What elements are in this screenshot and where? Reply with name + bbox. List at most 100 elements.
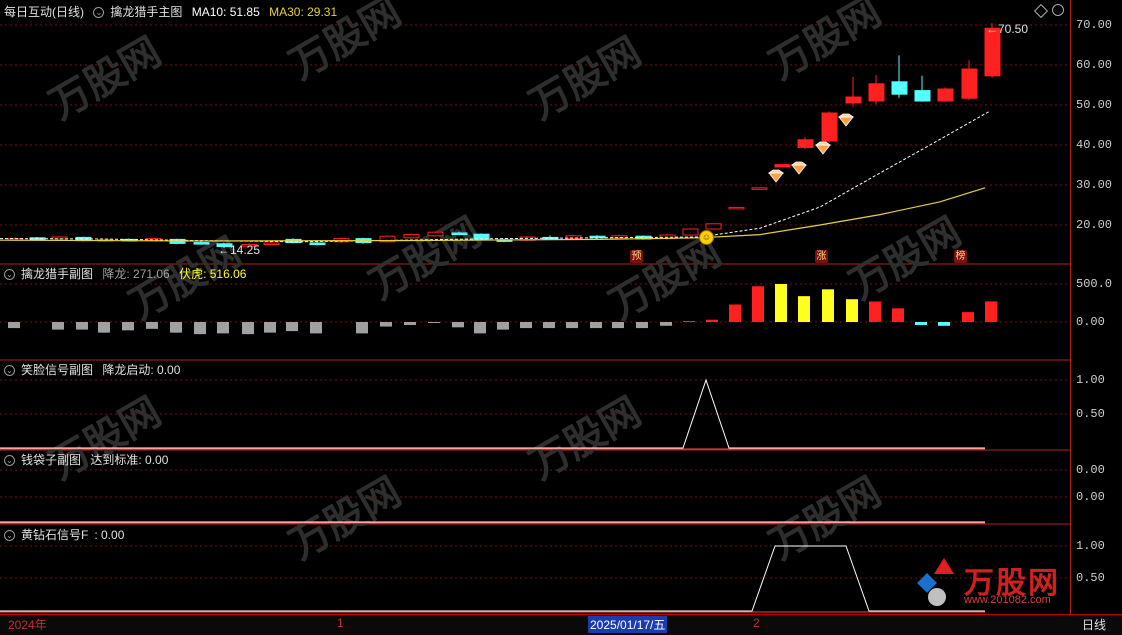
candle-body: [868, 83, 885, 102]
candle-body: [145, 238, 162, 241]
diamond-icon-top: [837, 113, 855, 118]
chevron-icon[interactable]: ⌄: [4, 455, 15, 467]
diamond-icon-top: [767, 169, 785, 174]
sub1-y-tick: 500.0: [1076, 277, 1113, 291]
diamond-icon: [768, 172, 784, 183]
stock-label[interactable]: 每日互动(日线): [4, 5, 84, 19]
watermark-text: 万股网: [523, 390, 649, 488]
candle-body: [961, 68, 978, 99]
sub1-bar: [938, 322, 950, 326]
candle-body: [565, 235, 582, 240]
brand-watermark: 万股网 www.201082.com: [917, 552, 1070, 614]
main-y-tick: 50.00: [1076, 98, 1113, 112]
sub1-bar: [404, 322, 416, 326]
watermark-text: 万股网: [283, 470, 409, 568]
candle-body: [821, 112, 838, 142]
sub1-bar: [310, 322, 322, 334]
diamond-icon: [838, 116, 854, 127]
candle-body: [473, 233, 490, 240]
y-axis-area[interactable]: [1070, 0, 1122, 614]
sub1-bar: [428, 322, 440, 323]
candle-body: [193, 242, 210, 245]
sub1-bar: [497, 322, 509, 330]
main-y-tick: 70.00: [1076, 18, 1113, 32]
sub1-bar: [122, 322, 134, 331]
watermark-text: 万股网: [43, 30, 169, 128]
main-y-tick: 60.00: [1076, 58, 1113, 72]
chevron-icon[interactable]: ⌄: [93, 7, 105, 19]
chevron-icon[interactable]: ⌄: [4, 530, 15, 542]
sub3-title-row: ⌄ 钱袋子副图 达到标准: 0.00: [4, 452, 174, 468]
sub2-y-tick: 0.50: [1076, 407, 1105, 421]
sub1-bar: [217, 322, 229, 334]
sub1-bar: [775, 284, 787, 322]
ma30-line: [0, 187, 986, 242]
candle-body: [309, 242, 326, 246]
sub1-title[interactable]: 擒龙猎手副图: [21, 267, 93, 281]
sub3-value: 达到标准: 0.00: [90, 453, 169, 467]
sub1-bar: [683, 321, 695, 322]
sub3-title[interactable]: 钱袋子副图: [21, 453, 81, 467]
diamond-icon-top: [790, 161, 808, 166]
watermark-text: 万股网: [523, 30, 649, 128]
sub1-bar: [752, 286, 764, 322]
sub1-bar: [729, 304, 741, 322]
sub1-bar: [985, 301, 997, 322]
sub3-y-tick: 0.00: [1076, 463, 1105, 477]
sub1-bar: [380, 322, 392, 327]
watermark-text: 万股网: [603, 230, 729, 328]
candle-body: [263, 242, 280, 245]
watermark-text: 万股网: [763, 0, 889, 88]
watermark-text: 万股网: [43, 390, 169, 488]
period-label[interactable]: 日线: [1082, 616, 1106, 633]
main-y-tick: 40.00: [1076, 138, 1113, 152]
date-cursor-label: 2025/01/17/五: [588, 616, 668, 633]
ma10-value: MA10: 51.85: [191, 5, 260, 19]
indicator-label[interactable]: 擒龙猎手主图: [110, 5, 182, 19]
candle-body: [403, 234, 420, 239]
diamond-icon: [815, 144, 831, 155]
chart-canvas[interactable]: 万股网 万股网 万股网 万股网万股网 万股网 万股网 万股网万股网万股网万股网万股网: [0, 0, 1070, 614]
low-price-label: ←14.25: [218, 243, 261, 257]
sub1-bar: [915, 322, 927, 326]
sub1-bar: [52, 322, 64, 330]
brand-url: www.201082.com: [964, 594, 1051, 606]
watermark-text: 万股网: [843, 210, 969, 308]
sub1-bar: [822, 289, 834, 322]
diamond-icon-top: [814, 141, 832, 146]
main-y-tick: 20.00: [1076, 218, 1113, 232]
chart-area[interactable]: 万股网 万股网 万股网 万股网 万股网 万股网 万股网 万股网 万股网 万股网 万股网 万股网 每日互…: [0, 0, 1070, 614]
candle-body: [682, 228, 699, 236]
sub1-xianglong: 降龙: 271.06: [102, 267, 170, 281]
chevron-icon[interactable]: ⌄: [4, 269, 15, 281]
sub4-signal-line: [0, 545, 985, 612]
candle-body: [845, 96, 862, 104]
sub2-title[interactable]: 笑脸信号副图: [21, 363, 93, 377]
candle-body: [891, 81, 908, 95]
sub2-title-row: ⌄ 笑脸信号副图 降龙启动: 0.00: [4, 362, 186, 378]
candle-body: [937, 88, 954, 102]
candle-body: [611, 235, 628, 239]
watermark-text: 万股网: [363, 210, 489, 308]
sub4-title-row: ⌄ 黄钻石信号F: 0.00: [4, 527, 130, 543]
date-bar[interactable]: 2024年 1 2025/01/17/五 2 日线: [0, 614, 1122, 635]
date-start-label: 2024年: [8, 618, 47, 632]
sub1-bar: [520, 322, 532, 329]
brand-logo-icon: [917, 558, 958, 608]
sub4-title[interactable]: 黄钻石信号F: [21, 528, 88, 542]
sub1-bar: [286, 322, 298, 332]
sub4-y-tick: 1.00: [1076, 539, 1105, 553]
ma10-line: [0, 110, 991, 243]
gear-icon[interactable]: [1052, 4, 1064, 16]
sub4-y-tick: 0.50: [1076, 571, 1105, 585]
sub1-bar: [798, 296, 810, 322]
main-y-tick: 30.00: [1076, 178, 1113, 192]
sub1-bar: [590, 322, 602, 329]
sub1-y-tick: 0.00: [1076, 315, 1105, 329]
sub2-value: 降龙启动: 0.00: [102, 363, 181, 377]
sub1-bar: [660, 322, 672, 326]
sub2-y-tick: 1.00: [1076, 373, 1105, 387]
sub1-bar: [146, 322, 158, 329]
chevron-icon[interactable]: ⌄: [4, 365, 15, 377]
sub1-bar: [8, 322, 20, 329]
